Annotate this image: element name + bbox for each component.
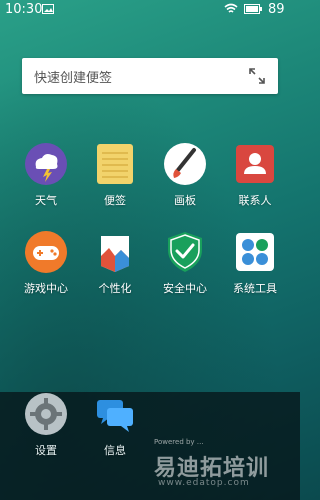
app-label: 便签 [104,194,126,207]
status-time: 10:30 [5,2,43,17]
battery-icon [244,4,262,14]
app-label: 画板 [174,194,196,207]
app-notes[interactable]: 便签 [85,142,145,208]
app-label: 个性化 [98,282,132,295]
game-center-icon [25,231,67,273]
app-drawing-board[interactable]: 画板 [155,142,215,208]
app-label: 游戏中心 [24,282,68,295]
app-weather[interactable]: 天气 [16,142,76,208]
dock: 设置 信息 Powered by … 易迪拓培训 www.edatop.com [0,392,300,500]
system-tools-icon [236,233,274,271]
app-system-tools[interactable]: 系统工具 [225,230,285,296]
expand-icon[interactable] [248,67,266,85]
paint-icon [164,143,206,185]
watermark-sub: Powered by … [154,438,204,446]
app-contacts[interactable]: 联系人 [225,142,285,208]
personalize-icon [101,236,129,272]
app-label: 联系人 [238,194,272,207]
image-notification-icon [42,4,54,14]
security-icon [168,232,202,272]
battery-level: 89 [268,2,285,17]
messages-icon [97,400,133,432]
app-label: 安全中心 [163,282,207,295]
notes-icon [97,144,133,184]
app-messages[interactable]: 信息 [85,392,145,458]
settings-icon [25,393,67,435]
watermark-url: www.edatop.com [158,478,250,488]
app-label: 系统工具 [233,282,277,295]
app-label: 设置 [35,444,57,457]
app-game-center[interactable]: 游戏中心 [16,230,76,296]
contacts-icon [236,145,274,183]
weather-icon [25,143,67,185]
watermark: Powered by … 易迪拓培训 www.edatop.com [154,438,294,490]
status-bar: 10:30 89 [0,0,300,20]
app-label: 天气 [35,194,57,207]
quick-note-placeholder[interactable]: 快速创建便签 [34,67,112,86]
app-settings[interactable]: 设置 [16,392,76,458]
app-personalize[interactable]: 个性化 [85,230,145,296]
wifi-icon [224,3,238,13]
quick-note-widget[interactable]: 快速创建便签 [22,58,278,94]
app-security-center[interactable]: 安全中心 [155,230,215,296]
app-label: 信息 [104,444,126,457]
